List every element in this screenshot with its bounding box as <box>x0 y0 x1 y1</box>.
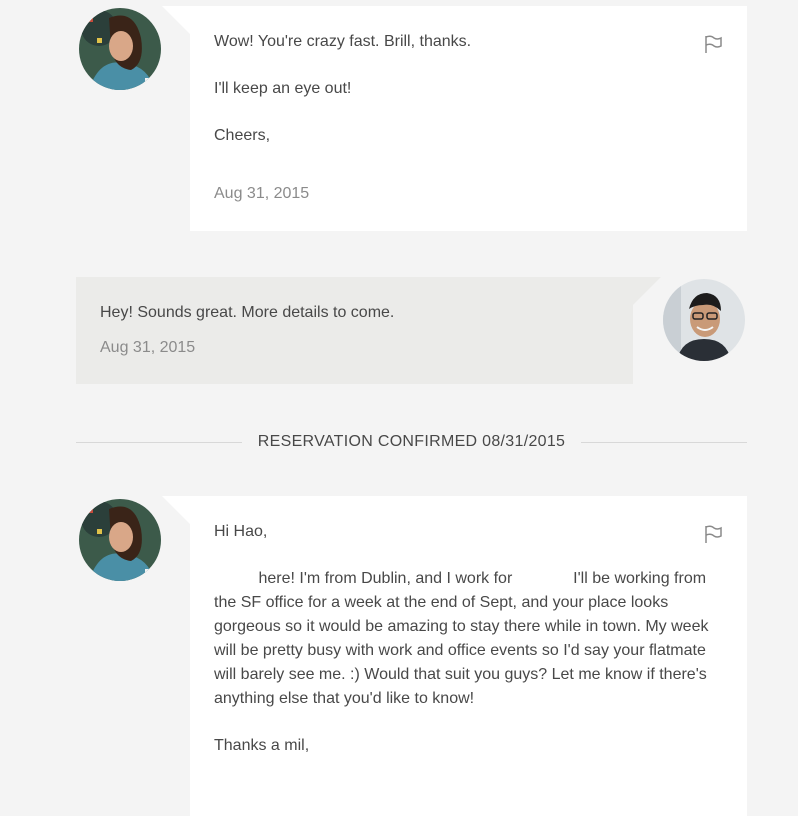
host-avatar[interactable] <box>663 279 745 361</box>
divider-line <box>581 441 748 443</box>
reservation-status: RESERVATION CONFIRMED 08/31/2015 <box>257 433 566 450</box>
guest-avatar[interactable] <box>79 499 161 581</box>
message-paragraph: Cheers, <box>214 127 271 144</box>
guest-avatar[interactable] <box>79 8 161 90</box>
message-text: Hey! Sounds great. More details to come. <box>100 304 395 321</box>
message-closing: Thanks a mil, <box>214 737 310 754</box>
message-date: Aug 31, 2015 <box>214 185 310 202</box>
message-body-part: here! I'm from Dublin, and I work for <box>258 570 513 587</box>
message-body-part: I'll be working from the SF office for a… <box>214 570 709 707</box>
guest-message-card: Wow! You're crazy fast. Brill, thanks. I… <box>162 6 747 231</box>
message-date: Aug 31, 2015 <box>100 339 196 356</box>
flag-icon[interactable] <box>703 34 723 54</box>
message-paragraph: here! I'm from Dublin, and I work for I'… <box>214 567 726 711</box>
message-greeting: Hi Hao, <box>214 523 268 540</box>
message-paragraph: I'll keep an eye out! <box>214 80 352 97</box>
guest-message-card: Hi Hao, here! I'm from Dublin, and I wor… <box>162 496 747 816</box>
message-paragraph: Wow! You're crazy fast. Brill, thanks. <box>214 33 472 50</box>
divider-line <box>76 441 242 443</box>
flag-icon[interactable] <box>703 524 723 544</box>
reservation-divider: RESERVATION CONFIRMED 08/31/2015 <box>76 430 748 454</box>
host-message-bubble: Hey! Sounds great. More details to come.… <box>76 277 661 384</box>
